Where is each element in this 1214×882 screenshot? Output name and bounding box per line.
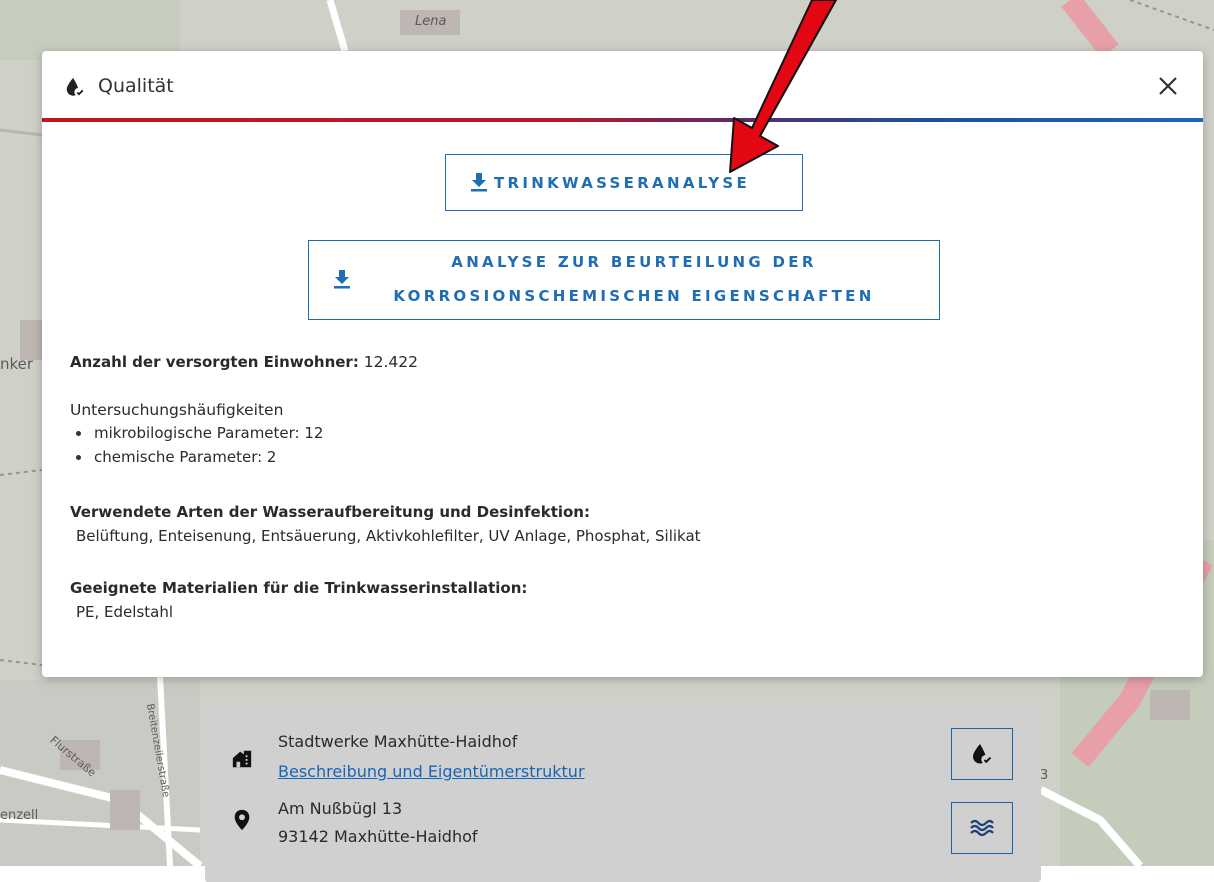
list-item: mikrobilogische Parameter: 12: [70, 421, 323, 445]
company-name: Stadtwerke Maxhütte-Haidhof: [278, 732, 518, 751]
water-waves-icon: [970, 819, 994, 837]
dialog-header: Qualität: [42, 51, 1203, 122]
einwohner-label: Anzahl der versorgten Einwohner:: [70, 353, 359, 371]
list-item: chemische Parameter: 2: [70, 445, 323, 469]
water-quality-button[interactable]: [951, 728, 1013, 780]
dialog-title: Qualität: [98, 75, 174, 97]
water-waves-button[interactable]: [951, 802, 1013, 854]
close-icon: [1159, 77, 1177, 95]
map-label-lena: Lena: [415, 14, 447, 29]
close-button[interactable]: [1155, 73, 1181, 99]
aufbereitung-value: Belüftung, Enteisenung, Entsäuerung, Akt…: [76, 527, 701, 545]
untersuchung-heading: Untersuchungshäufigkeiten: [70, 401, 284, 419]
water-drop-check-icon: [66, 77, 84, 96]
map-label-3: 3: [1040, 768, 1049, 783]
download-trinkwasseranalyse-label: TRINKWASSERANALYSE: [494, 174, 751, 192]
water-drop-check-icon: [973, 744, 992, 764]
download-korrosion-label-line1: ANALYSE ZUR BEURTEILUNG DER: [451, 253, 817, 271]
einwohner-value: 12.422: [363, 353, 419, 371]
download-korrosion-analyse-button[interactable]: ANALYSE ZUR BEURTEILUNG DER KORROSIONSCH…: [308, 240, 940, 320]
quality-dialog: Qualität TRINKWASSERANALYSE ANALYSE ZUR …: [42, 51, 1203, 677]
untersuchung-list: mikrobilogische Parameter: 12 chemische …: [70, 421, 323, 469]
download-icon: [334, 270, 350, 289]
aufbereitung-section: Verwendete Arten der Wasseraufbereitung …: [70, 503, 701, 545]
map-label-nker: nker: [0, 355, 34, 373]
untersuchung-section: Untersuchungshäufigkeiten mikrobilogisch…: [70, 401, 323, 469]
house-icon: [232, 750, 252, 768]
location-pin-icon: [234, 809, 250, 831]
address-city: 93142 Maxhütte-Haidhof: [278, 827, 478, 846]
aufbereitung-heading: Verwendete Arten der Wasseraufbereitung …: [70, 503, 590, 521]
company-description-link[interactable]: Beschreibung und Eigentümerstruktur: [278, 760, 585, 784]
water-supplier-info-card: Stadtwerke Maxhütte-Haidhof Beschreibung…: [205, 702, 1041, 882]
download-korrosion-label-line2: KORROSIONSCHEMISCHEN EIGENSCHAFTEN: [393, 287, 875, 305]
map-label-enzell: enzell: [0, 808, 39, 823]
download-icon: [471, 173, 487, 192]
materialien-heading: Geeignete Materialien für die Trinkwasse…: [70, 579, 528, 597]
address-street: Am Nußbügl 13: [278, 799, 403, 818]
materialien-value: PE, Edelstahl: [76, 603, 174, 621]
header-gradient-bar: [42, 118, 1203, 122]
download-trinkwasseranalyse-button[interactable]: TRINKWASSERANALYSE: [445, 154, 803, 211]
materialien-section: Geeignete Materialien für die Trinkwasse…: [70, 579, 527, 621]
einwohner-info: Anzahl der versorgten Einwohner: 12.422: [70, 353, 418, 371]
